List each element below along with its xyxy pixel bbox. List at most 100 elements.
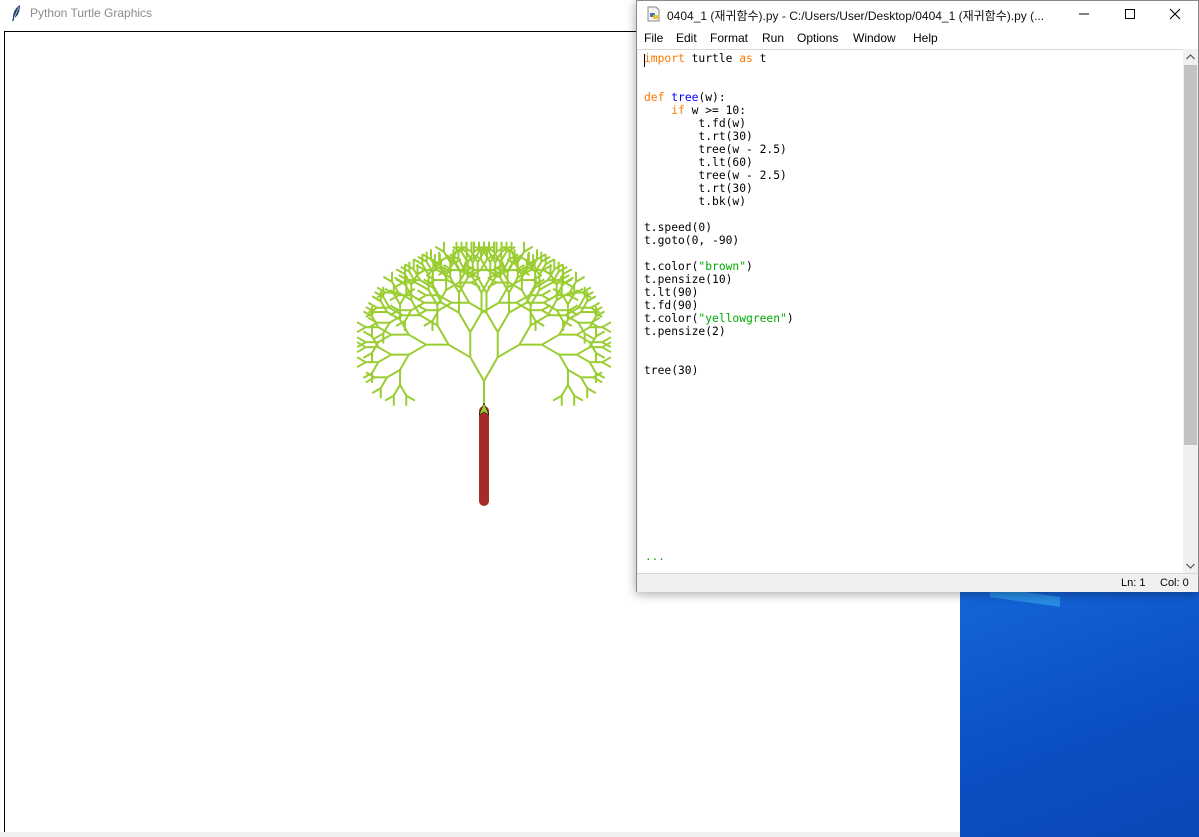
code-line[interactable]: if w >= 10:: [644, 104, 794, 117]
tree-branch: [576, 353, 591, 364]
menu-format[interactable]: Format: [710, 31, 748, 45]
tree-branch: [377, 326, 392, 336]
code-line[interactable]: t.goto(0, -90): [644, 234, 794, 247]
tree-branch: [469, 356, 485, 382]
close-icon: [1169, 8, 1181, 20]
tree-branch: [405, 394, 416, 402]
code-line[interactable]: t.lt(90): [644, 286, 794, 299]
tree-branch: [392, 384, 401, 397]
scrollbar-thumb[interactable]: [1184, 65, 1197, 445]
tree-branch: [535, 320, 545, 327]
code-line[interactable]: t.speed(0): [644, 221, 794, 234]
tree-branch: [595, 352, 606, 359]
menu-help[interactable]: Help: [913, 31, 938, 45]
tree-branch: [483, 356, 499, 382]
maximize-icon: [1125, 9, 1135, 19]
tree-branch: [485, 312, 499, 333]
tree-branch: [592, 376, 603, 384]
tree-branch: [518, 324, 532, 346]
code-line[interactable]: [644, 208, 794, 221]
tree-branch: [374, 332, 384, 340]
tree-branch: [541, 289, 551, 297]
tree-branch: [382, 275, 393, 283]
editor-titlebar[interactable]: 0404_1 (재귀함수).py - C:/Users/User/Desktop…: [637, 1, 1198, 27]
tree-branch: [436, 324, 450, 346]
tree-branch: [576, 346, 591, 356]
tree-branch: [386, 368, 401, 379]
tree-branch: [395, 268, 406, 276]
tree-branch: [377, 353, 392, 364]
tree-branch: [541, 294, 551, 302]
code-line[interactable]: t.rt(30): [644, 182, 794, 195]
code-line[interactable]: tree(w - 2.5): [644, 169, 794, 182]
code-line[interactable]: t.pensize(2): [644, 325, 794, 338]
tree-branch: [410, 299, 421, 316]
code-line[interactable]: t.fd(90): [644, 299, 794, 312]
vertical-scrollbar[interactable]: [1183, 49, 1198, 573]
menu-window[interactable]: Window: [853, 31, 896, 45]
code-line[interactable]: t.pensize(10): [644, 273, 794, 286]
tree-branch: [356, 361, 367, 369]
tree-branch: [562, 268, 573, 276]
code-line[interactable]: t.fd(w): [644, 117, 794, 130]
code-line[interactable]: t.lt(60): [644, 156, 794, 169]
code-line[interactable]: t.color("brown"): [644, 260, 794, 273]
turtle-window-title: Python Turtle Graphics: [30, 6, 153, 20]
code-line[interactable]: import turtle as t: [644, 52, 794, 65]
close-button[interactable]: [1152, 1, 1198, 27]
tree-branch: [379, 376, 388, 389]
tree-branch: [408, 343, 427, 356]
code-line[interactable]: def tree(w):: [644, 91, 794, 104]
code-line[interactable]: tree(30): [644, 364, 794, 377]
minimize-button[interactable]: [1061, 1, 1107, 27]
tree-branch: [384, 394, 395, 402]
tree-branch: [496, 312, 510, 333]
tree-branch: [417, 268, 427, 276]
tree-branch: [356, 346, 367, 354]
code-editor[interactable]: import turtle as t def tree(w): if w >= …: [638, 49, 1183, 574]
desktop-wallpaper: [960, 592, 1199, 837]
tree-branch: [584, 332, 594, 340]
menu-options[interactable]: Options: [797, 31, 838, 45]
code-line[interactable]: t.bk(w): [644, 195, 794, 208]
idle-editor-window: 0404_1 (재귀함수).py - C:/Users/User/Desktop…: [636, 0, 1199, 592]
editor-menubar: File Edit Format Run Options Window Help: [637, 27, 1198, 49]
code-line[interactable]: [644, 65, 794, 78]
code-line[interactable]: tree(w - 2.5): [644, 143, 794, 156]
wallpaper-streak: [990, 592, 1060, 607]
text-cursor: [644, 54, 645, 67]
ellipsis-indicator: ...: [645, 550, 665, 563]
tree-branch: [541, 343, 560, 356]
tree-branch: [545, 258, 555, 266]
tree-branch: [573, 394, 584, 402]
tree-branch: [413, 258, 423, 266]
maximize-button[interactable]: [1107, 1, 1153, 27]
tree-branch: [567, 368, 582, 379]
code-line[interactable]: [644, 351, 794, 364]
scroll-down-button[interactable]: [1183, 558, 1198, 573]
code-line[interactable]: [644, 338, 794, 351]
code-line[interactable]: t.rt(30): [644, 130, 794, 143]
tree-branch: [601, 346, 612, 354]
tree-branch: [552, 394, 563, 402]
tree-branch: [601, 336, 612, 344]
tree-branch: [580, 376, 589, 389]
tree-branch: [417, 289, 427, 297]
tree-branch: [586, 387, 597, 395]
code-line[interactable]: [644, 247, 794, 260]
tree-branch: [458, 312, 472, 333]
code-line[interactable]: t.color("yellowgreen"): [644, 312, 794, 325]
source-code[interactable]: import turtle as t def tree(w): if w >= …: [644, 52, 794, 377]
menu-run[interactable]: Run: [762, 31, 784, 45]
python-file-icon: [647, 6, 660, 22]
tree-branch: [356, 336, 367, 344]
menu-file[interactable]: File: [644, 31, 663, 45]
menu-edit[interactable]: Edit: [676, 31, 697, 45]
chevron-down-icon: [1186, 563, 1195, 569]
scroll-up-button[interactable]: [1183, 49, 1198, 64]
code-line[interactable]: [644, 78, 794, 91]
tree-branch: [469, 312, 483, 333]
tree-branch: [497, 287, 509, 304]
tree-branch: [560, 384, 569, 397]
tree-branch: [541, 333, 560, 346]
